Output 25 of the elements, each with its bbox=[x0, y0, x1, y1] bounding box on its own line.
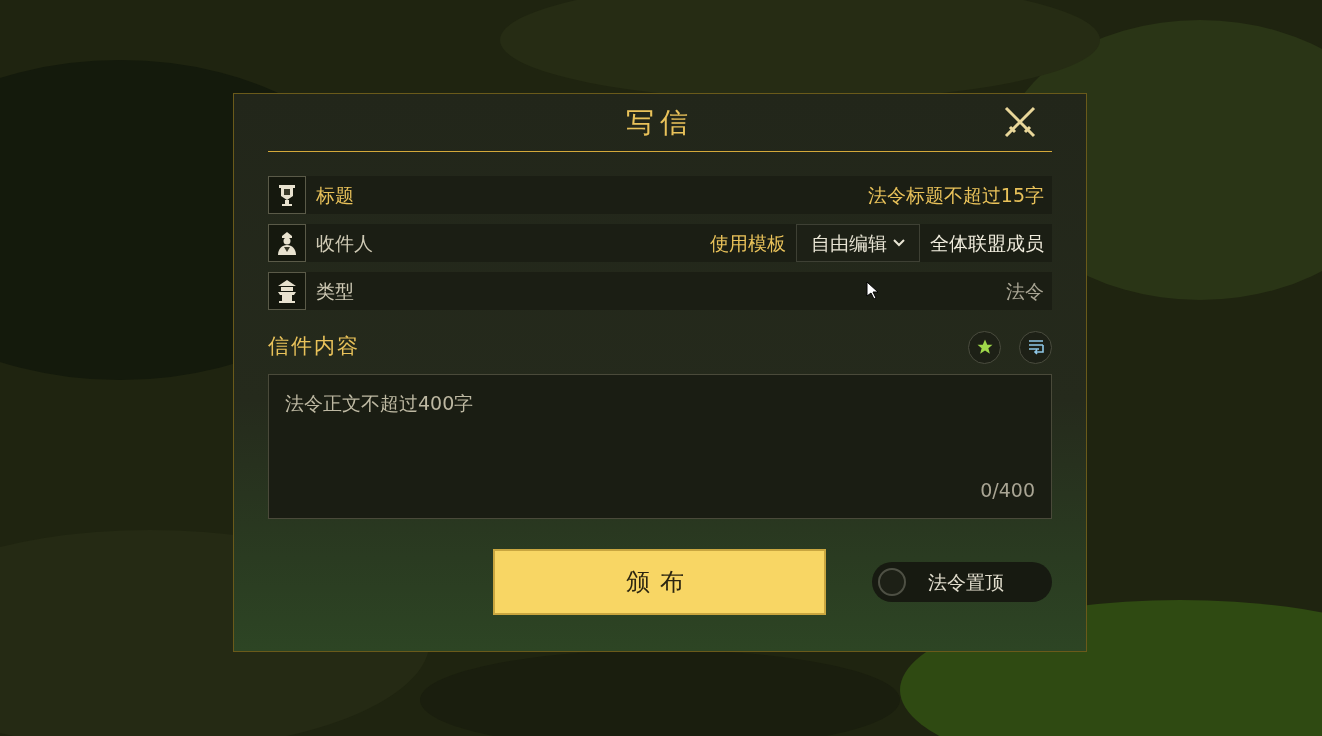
content-label: 信件内容 bbox=[268, 333, 360, 361]
pagoda-icon bbox=[276, 278, 298, 304]
favorite-button[interactable] bbox=[968, 330, 1001, 364]
template-dropdown[interactable]: 自由编辑 bbox=[796, 224, 920, 262]
person-icon bbox=[275, 230, 299, 256]
field-label: 类型 bbox=[315, 278, 355, 304]
banner-icon bbox=[276, 182, 298, 208]
dialog-title: 写信 bbox=[626, 104, 694, 141]
field-label: 标题 bbox=[306, 176, 360, 214]
pin-toggle[interactable]: 法令置顶 bbox=[872, 562, 1052, 602]
cursor-icon bbox=[866, 281, 878, 299]
type-value: 法令 bbox=[1006, 278, 1045, 304]
title-input[interactable]: 法令标题不超过15字 bbox=[360, 176, 1052, 214]
publish-button[interactable]: 颁布 bbox=[493, 549, 827, 615]
star-icon bbox=[975, 338, 994, 356]
list-return-icon bbox=[1026, 339, 1045, 355]
content-placeholder: 法令正文不超过400字 bbox=[285, 391, 475, 416]
list-button[interactable] bbox=[1019, 330, 1052, 364]
content-textarea[interactable]: 法令正文不超过400字 0/400 bbox=[268, 374, 1052, 519]
recipient-value: 全体联盟成员 bbox=[930, 230, 1045, 256]
close-button[interactable] bbox=[1002, 104, 1038, 140]
character-counter: 0/400 bbox=[980, 477, 1035, 503]
template-label: 使用模板 bbox=[710, 230, 786, 256]
chevron-down-icon bbox=[893, 239, 905, 247]
field-label: 收件人 bbox=[315, 230, 374, 256]
